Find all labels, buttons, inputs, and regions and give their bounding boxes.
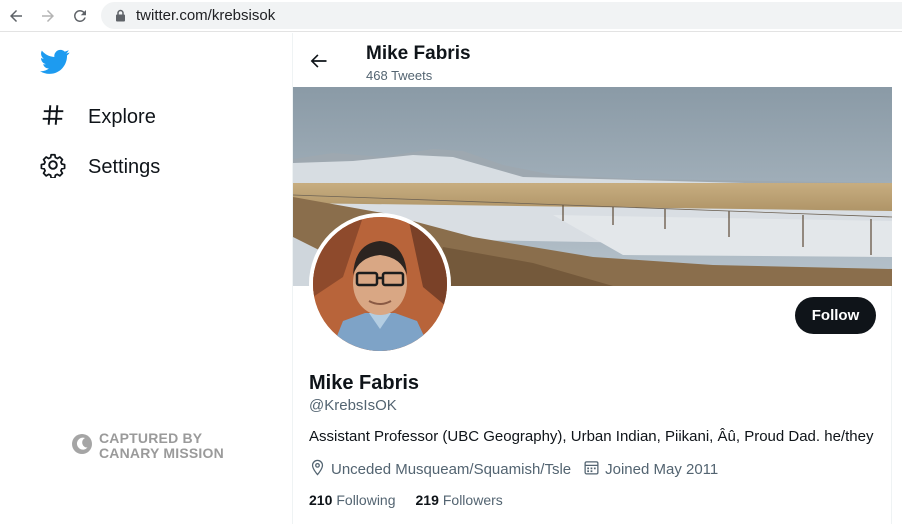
address-bar[interactable]: twitter.com/krebsisok — [101, 2, 902, 29]
followers-count: 219 — [415, 492, 439, 508]
followers-label: Followers — [442, 492, 503, 508]
location-pin-icon — [309, 459, 331, 480]
profile-header: Mike Fabris 468 Tweets — [293, 33, 892, 87]
watermark-line-2: CANARY MISSION — [99, 445, 224, 461]
lock-icon[interactable] — [115, 9, 126, 27]
watermark: CAPTURED BY CANARY MISSION — [71, 431, 224, 461]
profile-meta: Unceded Musqueam/Squamish/Tsle Joined Ma… — [309, 459, 730, 480]
url-text[interactable]: twitter.com/krebsisok — [136, 7, 275, 24]
tweet-count: 468 Tweets — [366, 68, 433, 83]
forward-arrow-icon[interactable] — [37, 5, 59, 27]
following-link[interactable]: 210 Following — [309, 492, 396, 508]
sidebar-item-label: Settings — [88, 155, 161, 178]
location-text: Unceded Musqueam/Squamish/Tsle — [331, 461, 572, 478]
watermark-line-1: CAPTURED BY — [99, 430, 203, 446]
reload-icon[interactable] — [69, 5, 91, 27]
following-label: Following — [336, 492, 396, 508]
sidebar: Explore Settings CAPTURED BY CANARY MISS… — [0, 33, 292, 524]
twitter-bird-icon[interactable] — [40, 49, 70, 80]
back-arrow-icon[interactable] — [5, 5, 27, 27]
follow-stats: 210 Following 219 Followers — [309, 492, 523, 508]
hashtag-icon — [40, 102, 66, 133]
browser-toolbar: twitter.com/krebsisok — [0, 0, 902, 32]
sidebar-item-explore[interactable]: Explore — [40, 100, 156, 134]
back-arrow-icon[interactable] — [309, 51, 331, 73]
joined-text: Joined May 2011 — [605, 461, 719, 478]
header-title: Mike Fabris — [366, 43, 471, 64]
profile-name: Mike Fabris — [309, 372, 420, 394]
canary-logo-icon — [71, 433, 93, 460]
avatar[interactable] — [309, 213, 451, 355]
follow-button[interactable]: Follow — [795, 297, 876, 334]
profile-bio: Assistant Professor (UBC Geography), Urb… — [309, 428, 874, 445]
joined-item: Joined May 2011 — [583, 459, 718, 480]
sidebar-item-label: Explore — [88, 105, 156, 128]
sidebar-item-settings[interactable]: Settings — [40, 150, 160, 184]
gear-icon — [40, 152, 66, 183]
profile-column: Mike Fabris 468 Tweets Follow Mike Fabri… — [292, 33, 892, 524]
profile-handle: @KrebsIsOK — [309, 397, 397, 414]
followers-link[interactable]: 219 Followers — [416, 492, 503, 508]
calendar-icon — [583, 459, 605, 480]
following-count: 210 — [309, 492, 333, 508]
location-item: Unceded Musqueam/Squamish/Tsle — [309, 459, 571, 480]
